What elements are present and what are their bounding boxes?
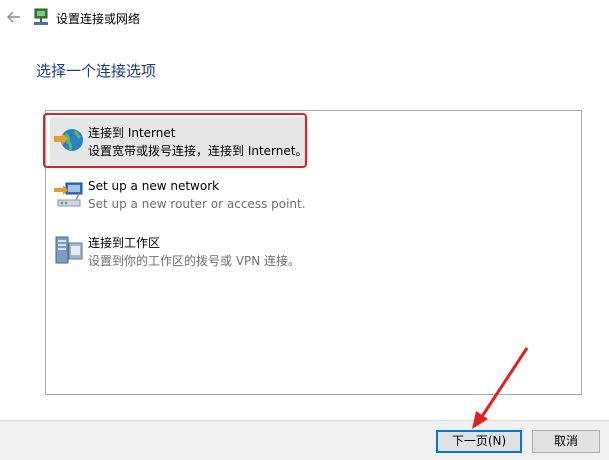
connection-options-list: 连接到 Internet 设置宽带或拨号连接，连接到 Internet。 Set… <box>45 110 582 395</box>
option-connect-workplace[interactable]: 连接到工作区 设置到你的工作区的拨号或 VPN 连接。 <box>50 227 308 275</box>
router-icon <box>54 182 83 207</box>
title-bar: 设置连接或网络 <box>0 0 609 36</box>
option-description: 设置宽带或拨号连接，连接到 Internet。 <box>88 144 308 158</box>
network-setup-icon <box>34 8 48 25</box>
option-title: 连接到 Internet <box>88 126 176 140</box>
option-description: 设置到你的工作区的拨号或 VPN 连接。 <box>88 254 301 268</box>
option-connect-internet[interactable]: 连接到 Internet 设置宽带或拨号连接，连接到 Internet。 <box>50 117 308 165</box>
cancel-button[interactable]: 取消 <box>532 430 600 453</box>
workplace-server-icon <box>55 236 83 264</box>
page-heading: 选择一个连接选项 <box>36 62 157 80</box>
option-title: 连接到工作区 <box>88 236 161 250</box>
connection-wizard-window: 设置连接或网络 选择一个连接选项 连接到 Internet 设置宽带或拨号连接，… <box>0 0 609 460</box>
option-description: Set up a new router or access point. <box>88 197 306 211</box>
next-button[interactable]: 下一页(N) <box>436 430 522 453</box>
option-new-network[interactable]: Set up a new network Set up a new router… <box>50 172 308 220</box>
option-title: Set up a new network <box>88 179 220 193</box>
globe-network-icon <box>54 129 83 151</box>
back-arrow-icon[interactable] <box>6 9 22 25</box>
window-title: 设置连接或网络 <box>56 12 141 26</box>
